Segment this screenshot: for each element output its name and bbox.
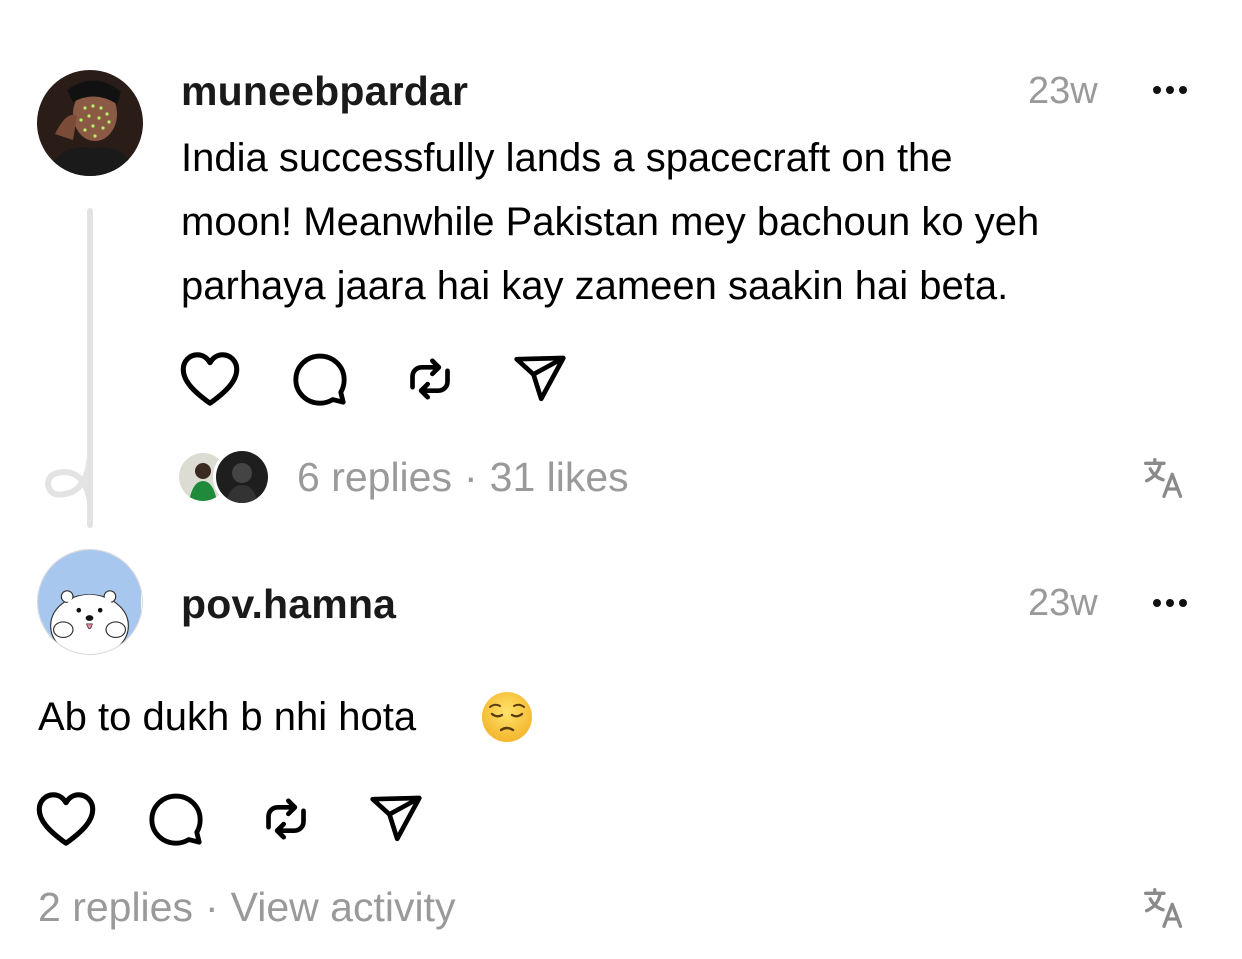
avatar-image (37, 70, 143, 176)
send-icon (370, 795, 422, 842)
post-body: India successfully lands a spacecraft on… (181, 126, 1039, 318)
post-timestamp: 23w (1028, 70, 1098, 112)
more-dot-icon (1153, 86, 1161, 94)
reply-text: Ab to dukh b nhi hota (38, 695, 417, 739)
reply-more-button[interactable] (1153, 599, 1187, 607)
replier-avatar (213, 448, 271, 506)
separator: · (204, 884, 219, 930)
view-activity-link[interactable]: View activity (231, 884, 456, 930)
reply-replies-link[interactable]: 2 replies (38, 884, 193, 930)
reply-actions (33, 786, 429, 852)
translate-icon (1144, 458, 1183, 498)
pensive-face-icon (482, 692, 532, 742)
comment-button[interactable] (287, 346, 353, 412)
reply-username[interactable]: pov.hamna (181, 581, 396, 628)
separator: · (463, 454, 478, 500)
post-stats: 6 replies · 31 likes (297, 454, 629, 501)
post-replies-link[interactable]: 6 replies (297, 454, 452, 500)
post-username[interactable]: muneebpardar (181, 68, 468, 115)
share-button[interactable] (363, 786, 429, 852)
like-button[interactable] (177, 346, 243, 412)
translate-button[interactable] (1142, 456, 1186, 509)
reply-stats: 2 replies · View activity (38, 884, 455, 931)
comment-icon (149, 793, 203, 846)
post-text-line: India successfully lands a spacecraft on… (181, 136, 953, 180)
pensive-face-emoji: 😔 (420, 690, 474, 744)
repost-button[interactable] (253, 786, 319, 852)
avatar-image (38, 550, 141, 653)
send-icon (514, 355, 566, 402)
heart-icon (36, 792, 96, 846)
repost-icon (266, 798, 306, 840)
heart-icon (180, 352, 240, 406)
more-dot-icon (1166, 86, 1174, 94)
translate-icon (1144, 888, 1183, 928)
thread-loop-icon (44, 454, 93, 504)
comment-icon (293, 353, 347, 406)
like-button[interactable] (33, 786, 99, 852)
post-text-line: moon! Meanwhile Pakistan mey bachoun ko … (181, 200, 1040, 244)
translate-button[interactable] (1142, 886, 1186, 939)
share-button[interactable] (507, 346, 573, 412)
repost-button[interactable] (397, 346, 463, 412)
avatar-pov-hamna[interactable] (37, 549, 143, 655)
post-text-line: parhaya jaara hai kay zameen saakin hai … (181, 264, 1009, 308)
post-likes-link[interactable]: 31 likes (490, 454, 629, 500)
reply-body: Ab to dukh b nhi hota😔 (38, 685, 474, 749)
more-dot-icon (1166, 599, 1174, 607)
avatar-muneebpardar[interactable] (37, 70, 143, 176)
more-dot-icon (1179, 86, 1187, 94)
more-dot-icon (1153, 599, 1161, 607)
post-actions (177, 346, 573, 412)
post-more-button[interactable] (1153, 86, 1187, 94)
repost-icon (410, 358, 450, 400)
comment-button[interactable] (143, 786, 209, 852)
reply-timestamp: 23w (1028, 582, 1098, 624)
more-dot-icon (1179, 599, 1187, 607)
